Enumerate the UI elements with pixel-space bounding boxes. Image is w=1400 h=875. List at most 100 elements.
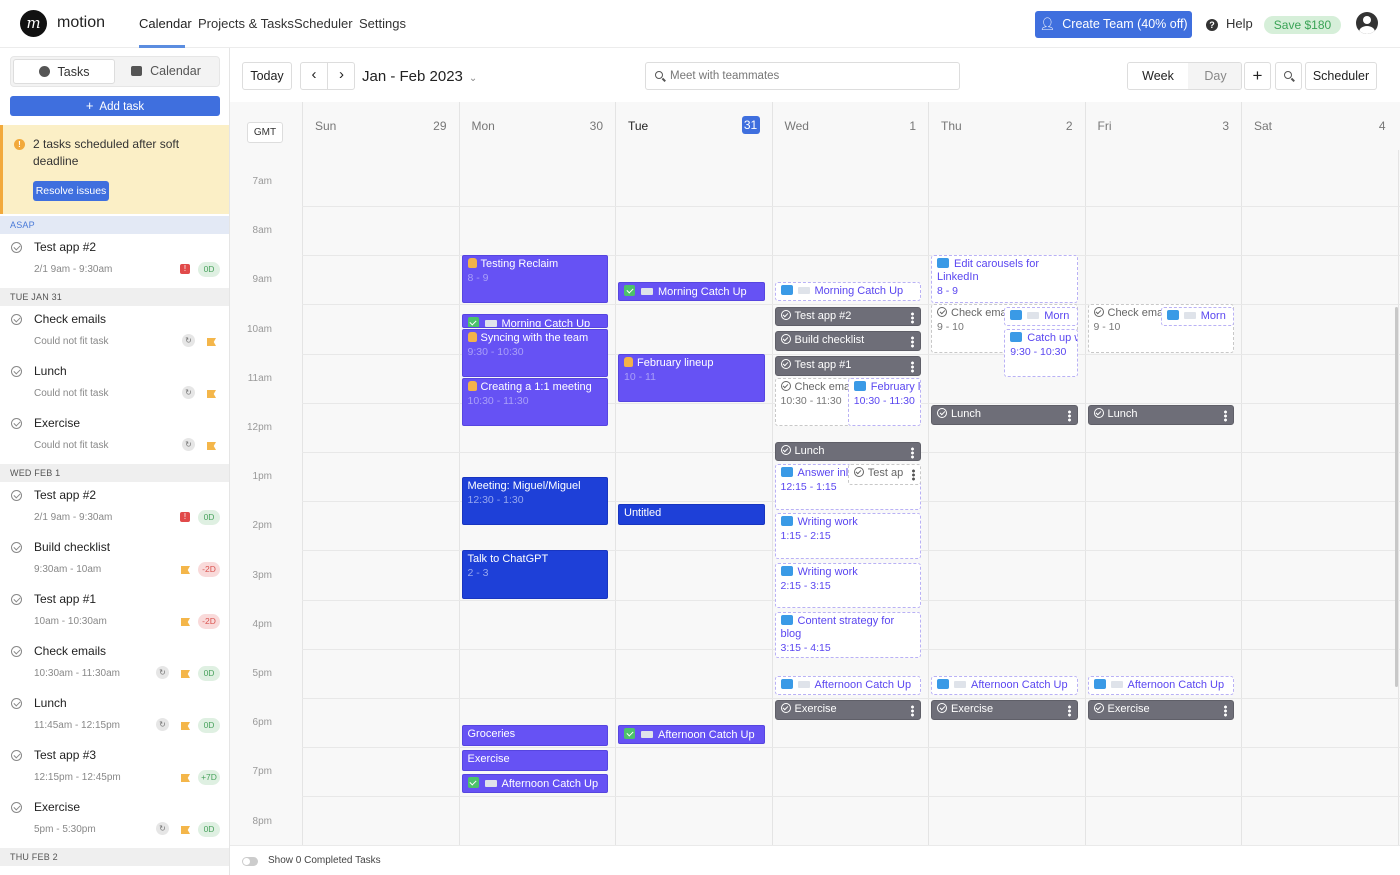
- calendar-event[interactable]: Edit carousels for LinkedIn 8 - 9: [931, 255, 1078, 304]
- calendar-event[interactable]: Creating a 1:1 meeting 10:30 - 11:30: [461, 378, 608, 427]
- nav-calendar[interactable]: Calendar: [139, 16, 192, 31]
- more-options-icon[interactable]: [911, 447, 914, 460]
- timezone-button[interactable]: GMT: [247, 122, 283, 143]
- day-header[interactable]: Wed 1: [771, 102, 928, 150]
- calendar-event[interactable]: Build checklist: [774, 331, 921, 352]
- calendar-event[interactable]: Meeting: Miguel/Miguel 12:30 - 1:30: [461, 476, 608, 525]
- complete-task-checkbox-icon[interactable]: [11, 542, 22, 553]
- complete-task-checkbox-icon[interactable]: [11, 418, 22, 429]
- calendar-event[interactable]: Morning Catch Up: [461, 314, 608, 328]
- calendar-grid[interactable]: 7am 8am 9am 10am 11am 12pm 1pm 2pm 3pm 4pm 5pm 6pm 7…: [230, 150, 1400, 845]
- calendar-event[interactable]: February lineup 10 - 11: [618, 353, 765, 402]
- tab-tasks[interactable]: Tasks: [13, 59, 115, 84]
- week-view-button[interactable]: Week: [1128, 63, 1188, 89]
- calendar-event[interactable]: Groceries: [461, 725, 608, 747]
- today-button[interactable]: Today: [242, 62, 292, 90]
- day-header[interactable]: Tue 31: [615, 102, 772, 150]
- calendar-event[interactable]: Afternoon Catch Up: [1087, 675, 1234, 695]
- task-item[interactable]: Test app #2 2/1 9am - 9:30am 0D!: [0, 236, 229, 288]
- day-header[interactable]: Sat 4: [1241, 102, 1398, 150]
- more-options-icon[interactable]: [911, 311, 914, 324]
- calendar-event[interactable]: Test ap: [847, 464, 921, 486]
- search-input[interactable]: Meet with teammates: [645, 62, 960, 90]
- complete-task-checkbox-icon[interactable]: [11, 242, 22, 253]
- nav-settings[interactable]: Settings: [359, 16, 406, 31]
- calendar-event[interactable]: Afternoon Catch Up: [931, 675, 1078, 695]
- task-item[interactable]: Test app #1 10am - 10:30am -2D: [0, 588, 229, 640]
- more-options-icon[interactable]: [1224, 705, 1227, 718]
- create-team-button[interactable]: 👤︎ Create Team (40% off): [1035, 11, 1192, 38]
- show-completed-toggle[interactable]: [242, 857, 258, 866]
- calendar-event[interactable]: Content strategy for blog 3:15 - 4:15: [774, 611, 921, 658]
- calendar-event[interactable]: Test app #2: [774, 306, 921, 327]
- calendar-event[interactable]: Exercise: [774, 700, 921, 721]
- calendar-event[interactable]: Morn: [1160, 306, 1234, 326]
- add-event-button[interactable]: +: [1244, 62, 1271, 90]
- calendar-event[interactable]: Afternoon Catch Up: [618, 725, 765, 744]
- calendar-event[interactable]: Writing work 1:15 - 2:15: [774, 513, 921, 560]
- calendar-event[interactable]: Testing Reclaim 8 - 9: [461, 255, 608, 304]
- user-avatar-icon[interactable]: [1356, 12, 1378, 34]
- complete-task-checkbox-icon[interactable]: [11, 646, 22, 657]
- save-promo-badge[interactable]: Save $180: [1264, 16, 1341, 34]
- more-options-icon[interactable]: [911, 336, 914, 349]
- tab-calendar[interactable]: Calendar: [115, 59, 217, 84]
- calendar-event[interactable]: Test app #1: [774, 356, 921, 376]
- task-item[interactable]: Check emails 10:30am - 11:30am 0D ↻: [0, 640, 229, 692]
- more-options-icon[interactable]: [1224, 410, 1227, 423]
- complete-task-checkbox-icon[interactable]: [11, 698, 22, 709]
- calendar-event[interactable]: Untitled: [618, 503, 765, 525]
- calendar-scrollbar[interactable]: [1395, 307, 1398, 687]
- motion-logo-icon[interactable]: m: [20, 10, 47, 37]
- more-options-icon[interactable]: [1067, 410, 1071, 423]
- task-item[interactable]: Build checklist 9:30am - 10am -2D: [0, 536, 229, 588]
- resolve-issues-button[interactable]: Resolve issues: [33, 181, 109, 201]
- calendar-event[interactable]: Exercise: [931, 700, 1078, 721]
- nav-projects-tasks[interactable]: Projects & Tasks: [198, 16, 294, 31]
- day-header[interactable]: Thu 2: [928, 102, 1085, 150]
- calendar-event[interactable]: Exercise: [1087, 700, 1234, 721]
- calendar-event[interactable]: Lunch: [1087, 405, 1234, 425]
- calendar-event[interactable]: Morn: [1004, 306, 1078, 326]
- complete-task-checkbox-icon[interactable]: [11, 802, 22, 813]
- task-item[interactable]: Exercise Could not fit task ↻: [0, 412, 229, 464]
- calendar-event[interactable]: Morning Catch Up: [774, 282, 921, 301]
- more-options-icon[interactable]: [911, 705, 914, 718]
- task-item[interactable]: Test app #2 2/1 9am - 9:30am 0D!: [0, 484, 229, 536]
- calendar-event[interactable]: Exercise: [461, 749, 608, 771]
- complete-task-checkbox-icon[interactable]: [11, 490, 22, 501]
- calendar-event[interactable]: Catch up with Sam9:30 - 10:30: [1004, 328, 1078, 378]
- add-task-button[interactable]: + Add task: [10, 96, 220, 116]
- calendar-event[interactable]: Writing work 2:15 - 3:15: [774, 562, 921, 609]
- help-button[interactable]: ? Help: [1206, 16, 1253, 31]
- complete-task-checkbox-icon[interactable]: [11, 314, 22, 325]
- calendar-event[interactable]: Talk to ChatGPT 2 - 3: [461, 550, 608, 599]
- date-range-picker[interactable]: Jan - Feb 2023 ⌄: [362, 68, 477, 85]
- calendar-event[interactable]: Morning Catch Up: [618, 282, 765, 301]
- calendar-event[interactable]: Lunch: [931, 405, 1078, 425]
- day-header[interactable]: Mon 30: [458, 102, 615, 150]
- calendar-event[interactable]: Afternoon Catch Up: [774, 675, 921, 695]
- calendar-event[interactable]: February lineup10:30 - 11:30: [847, 378, 921, 427]
- next-week-button[interactable]: ›: [328, 63, 355, 89]
- task-item[interactable]: Lunch 11:45am - 12:15pm 0D ↻: [0, 692, 229, 744]
- task-item[interactable]: Check emails Could not fit task ↻: [0, 308, 229, 360]
- task-item[interactable]: Lunch Could not fit task ↻: [0, 360, 229, 412]
- more-options-icon[interactable]: [912, 469, 915, 482]
- calendar-event[interactable]: Syncing with the team 9:30 - 10:30: [461, 328, 608, 378]
- scheduler-button[interactable]: Scheduler: [1305, 62, 1377, 90]
- day-header[interactable]: Fri 3: [1084, 102, 1241, 150]
- calendar-event[interactable]: Afternoon Catch Up: [461, 774, 608, 793]
- calendar-search-button[interactable]: [1275, 62, 1302, 90]
- complete-task-checkbox-icon[interactable]: [11, 594, 22, 605]
- nav-scheduler[interactable]: Scheduler: [294, 16, 353, 31]
- calendar-event[interactable]: Lunch: [774, 442, 921, 461]
- task-item[interactable]: Test app #3 12:15pm - 12:45pm +7D: [0, 744, 229, 796]
- prev-week-button[interactable]: ‹: [301, 63, 328, 89]
- task-item[interactable]: Exercise 5pm - 5:30pm 0D ↻: [0, 796, 229, 848]
- day-view-button[interactable]: Day: [1188, 63, 1241, 89]
- complete-task-checkbox-icon[interactable]: [11, 750, 22, 761]
- day-header[interactable]: Sun 29: [302, 102, 459, 150]
- more-options-icon[interactable]: [911, 361, 914, 374]
- complete-task-checkbox-icon[interactable]: [11, 366, 22, 377]
